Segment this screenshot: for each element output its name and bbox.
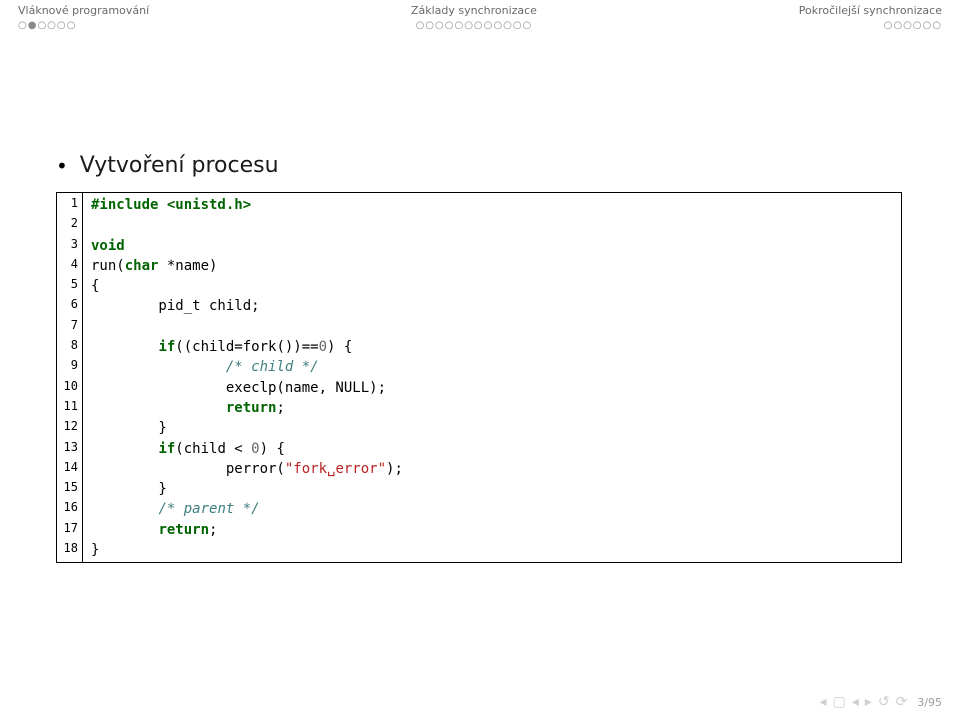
code-line: } [91, 479, 403, 499]
code-listing: 123456789101112131415161718 #include <un… [56, 192, 902, 563]
code-line: run(char *name) [91, 256, 403, 276]
slide-nav-header: Vláknové programování ○●○○○○ Základy syn… [0, 0, 960, 33]
nav-section-right: Pokročilejší synchronizace ○○○○○○ [799, 4, 942, 31]
line-number: 14 [57, 459, 78, 479]
line-number: 6 [57, 296, 78, 316]
code-line: if((child=fork())==0) { [91, 337, 403, 357]
code-line [91, 317, 403, 337]
nav-next-icon[interactable]: ▸ [865, 694, 872, 710]
page-counter: 3/95 [917, 696, 942, 709]
nav-progress-center: ○○○○○○○○○○○○ [416, 20, 533, 31]
bullet-icon: • [56, 154, 68, 178]
line-number: 1 [57, 195, 78, 215]
code-line: /* child */ [91, 357, 403, 377]
nav-prev-icon[interactable]: ◂ [852, 694, 859, 710]
code-line: perror("fork␣error"); [91, 459, 403, 479]
code-gutter: 123456789101112131415161718 [57, 193, 83, 562]
code-line: #include <unistd.h> [91, 195, 403, 215]
bullet-item: • Vytvoření procesu [56, 153, 904, 178]
line-number: 3 [57, 236, 78, 256]
code-line: /* parent */ [91, 499, 403, 519]
slide-body: • Vytvoření procesu 12345678910111213141… [0, 33, 960, 563]
line-number: 18 [57, 540, 78, 560]
line-number: 9 [57, 357, 78, 377]
code-line: } [91, 418, 403, 438]
slide-footer: ◂ ▢ ◂ ▸ ↺ ⟳ 3/95 [820, 694, 943, 710]
nav-section-center: Základy synchronizace ○○○○○○○○○○○○ [411, 4, 537, 31]
line-number: 7 [57, 317, 78, 337]
code-line: } [91, 540, 403, 560]
line-number: 16 [57, 499, 78, 519]
line-number: 17 [57, 520, 78, 540]
line-number: 11 [57, 398, 78, 418]
code-line: return; [91, 520, 403, 540]
nav-progress-left: ○●○○○○ [18, 20, 76, 31]
code-line: { [91, 276, 403, 296]
nav-controls: ◂ ▢ ◂ ▸ ↺ ⟳ [820, 694, 908, 710]
line-number: 4 [57, 256, 78, 276]
line-number: 8 [57, 337, 78, 357]
line-number: 2 [57, 215, 78, 235]
line-number: 10 [57, 378, 78, 398]
nav-link-left[interactable]: Vláknové programování [18, 4, 149, 17]
nav-undo-icon[interactable]: ↺ [878, 694, 890, 710]
line-number: 5 [57, 276, 78, 296]
nav-section-left: Vláknové programování ○●○○○○ [18, 4, 149, 31]
line-number: 12 [57, 418, 78, 438]
nav-frame-icon[interactable]: ▢ [833, 694, 846, 710]
nav-first-icon[interactable]: ◂ [820, 694, 827, 710]
code-line: return; [91, 398, 403, 418]
nav-link-center[interactable]: Základy synchronizace [411, 4, 537, 17]
bullet-text: Vytvoření procesu [80, 153, 279, 178]
code-line: execlp(name, NULL); [91, 378, 403, 398]
line-number: 13 [57, 439, 78, 459]
code-line [91, 215, 403, 235]
code-line: void [91, 236, 403, 256]
nav-redo-icon[interactable]: ⟳ [896, 694, 908, 710]
code-line: pid_t child; [91, 296, 403, 316]
nav-link-right[interactable]: Pokročilejší synchronizace [799, 4, 942, 17]
line-number: 15 [57, 479, 78, 499]
code-line: if(child < 0) { [91, 439, 403, 459]
nav-progress-right: ○○○○○○ [884, 20, 942, 31]
code-content: #include <unistd.h> voidrun(char *name){… [83, 193, 411, 562]
